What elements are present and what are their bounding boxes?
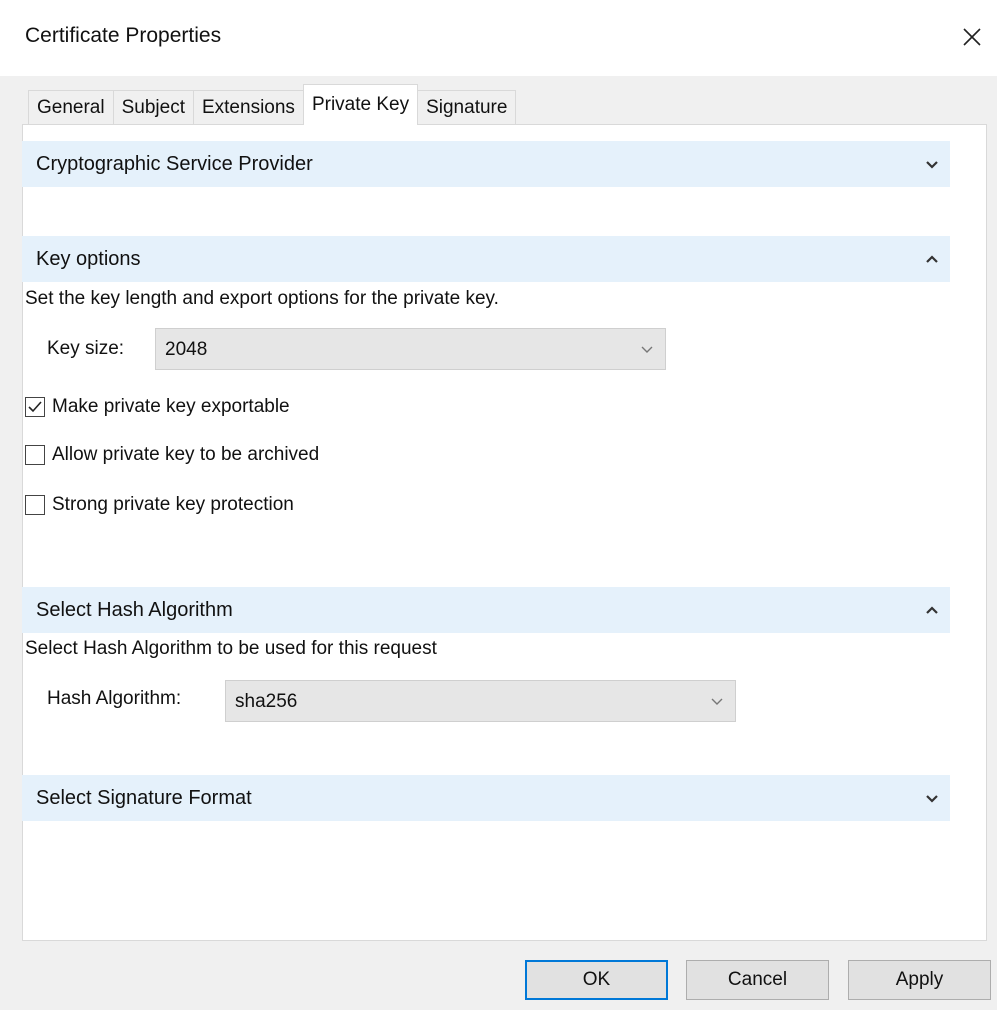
- checkmark-icon: [28, 401, 42, 413]
- chevron-down-icon: [711, 698, 723, 705]
- checkbox-box: [25, 445, 45, 465]
- tab-label: Subject: [121, 97, 185, 118]
- checkbox-label: Allow private key to be archived: [52, 444, 320, 465]
- hash-algorithm-select[interactable]: sha256: [225, 680, 736, 722]
- section-title: Select Signature Format: [36, 786, 252, 809]
- tab-extensions[interactable]: Extensions: [192, 90, 304, 125]
- section-title: Select Hash Algorithm: [36, 598, 233, 621]
- window-title: Certificate Properties: [25, 24, 222, 47]
- section-title: Key options: [36, 247, 141, 270]
- chevron-down-icon: [926, 795, 938, 803]
- close-button[interactable]: [951, 18, 993, 56]
- chevron-down-icon: [641, 346, 653, 353]
- tab-general[interactable]: General: [28, 90, 114, 125]
- archive-checkbox[interactable]: Allow private key to be archived: [25, 444, 319, 466]
- title-bar: Certificate Properties: [0, 0, 997, 76]
- section-header-signature-format[interactable]: Select Signature Format: [22, 775, 950, 821]
- key-size-value: 2048: [165, 339, 208, 360]
- close-icon: [963, 28, 981, 46]
- tab-label: Signature: [426, 97, 508, 118]
- exportable-checkbox[interactable]: Make private key exportable: [25, 396, 290, 418]
- tab-strip: General Subject Extensions Private Key S…: [28, 84, 517, 125]
- tab-private-key[interactable]: Private Key: [302, 84, 419, 125]
- hash-algorithm-label: Hash Algorithm:: [47, 688, 182, 709]
- chevron-up-icon: [926, 255, 938, 263]
- cancel-button[interactable]: Cancel: [686, 960, 829, 1000]
- hash-algorithm-value: sha256: [235, 691, 298, 712]
- chevron-down-icon: [926, 161, 938, 169]
- tab-subject[interactable]: Subject: [112, 90, 194, 125]
- hash-description: Select Hash Algorithm to be used for thi…: [25, 638, 437, 659]
- checkbox-box: [25, 397, 45, 417]
- apply-button[interactable]: Apply: [848, 960, 991, 1000]
- section-header-hash[interactable]: Select Hash Algorithm: [22, 587, 950, 633]
- checkbox-box: [25, 495, 45, 515]
- key-size-label: Key size:: [47, 338, 125, 359]
- strong-protection-checkbox[interactable]: Strong private key protection: [25, 494, 294, 516]
- key-size-select[interactable]: 2048: [155, 328, 666, 370]
- tab-signature[interactable]: Signature: [417, 90, 517, 125]
- section-header-key-options[interactable]: Key options: [22, 236, 950, 282]
- section-header-csp[interactable]: Cryptographic Service Provider: [22, 141, 950, 187]
- tab-label: Extensions: [201, 97, 295, 118]
- tab-label: General: [37, 97, 105, 118]
- tab-label: Private Key: [311, 94, 410, 115]
- ok-button[interactable]: OK: [525, 960, 668, 1000]
- checkbox-label: Make private key exportable: [52, 396, 290, 417]
- chevron-up-icon: [926, 606, 938, 614]
- key-options-description: Set the key length and export options fo…: [25, 288, 499, 309]
- checkbox-label: Strong private key protection: [52, 494, 294, 515]
- section-title: Cryptographic Service Provider: [36, 152, 313, 175]
